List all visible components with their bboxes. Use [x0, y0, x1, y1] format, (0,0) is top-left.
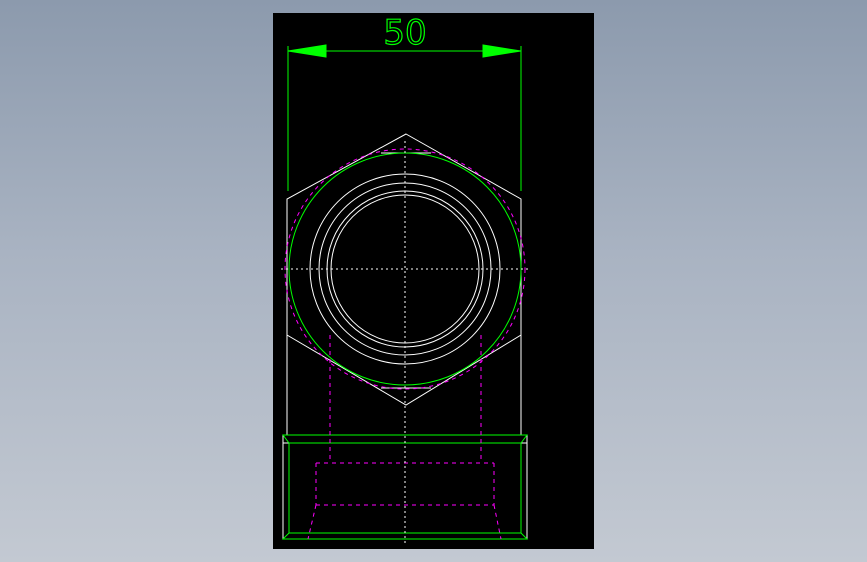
dimension-arrow-left: [287, 44, 327, 58]
cad-drawing-canvas: 50: [281, 13, 531, 545]
hidden-line-left-taper: [307, 504, 317, 540]
hidden-line-right-taper: [493, 504, 502, 540]
cad-drawing-viewport[interactable]: 50: [273, 13, 594, 549]
dimension-arrow-right: [482, 44, 522, 58]
bore-circle-outer: [326, 190, 484, 348]
thread-circle-mid: [318, 182, 492, 356]
dimension-value: 50: [383, 13, 426, 53]
dimension-annotation: 50: [287, 13, 522, 191]
